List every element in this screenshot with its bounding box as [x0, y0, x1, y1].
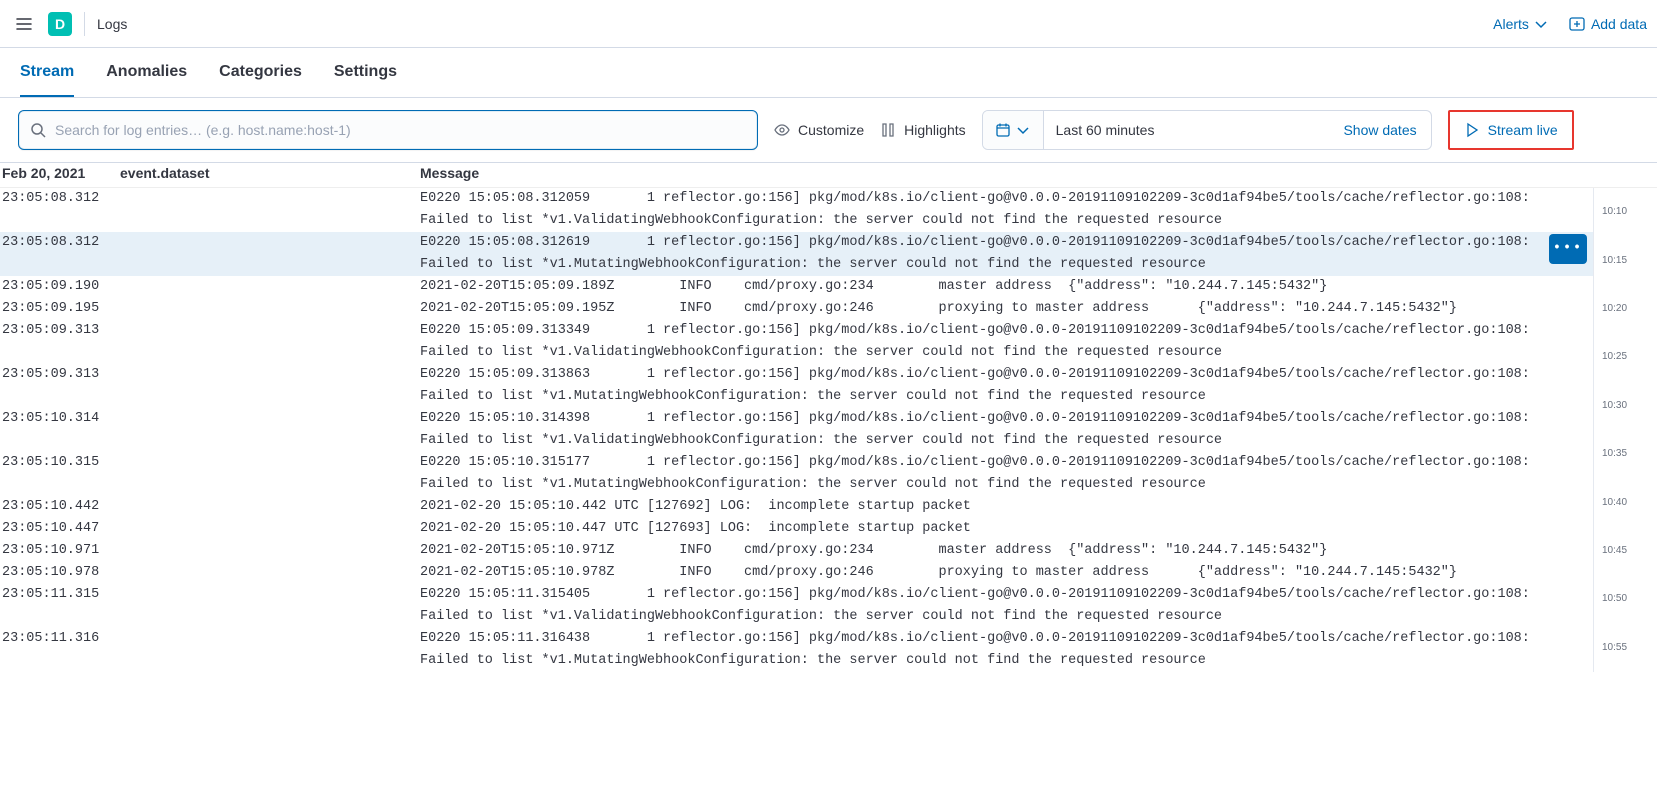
- log-message: E0220 15:05:11.316438 1 reflector.go:156…: [420, 628, 1593, 672]
- log-timestamp: 23:05:10.314: [0, 408, 420, 452]
- log-message: E0220 15:05:08.312059 1 reflector.go:156…: [420, 188, 1593, 232]
- log-message: 2021-02-20T15:05:10.978Z INFO cmd/proxy.…: [420, 562, 1593, 584]
- log-timestamp: 23:05:09.190: [0, 276, 420, 298]
- log-timestamp: 23:05:10.971: [0, 540, 420, 562]
- minimap-tick: 10:35: [1602, 448, 1627, 459]
- log-message: E0220 15:05:10.315177 1 reflector.go:156…: [420, 452, 1593, 496]
- log-timestamp: 23:05:11.316: [0, 628, 420, 672]
- customize-label: Customize: [798, 122, 864, 138]
- breadcrumb[interactable]: Logs: [97, 16, 127, 32]
- minimap-tick: 10:10: [1602, 206, 1627, 217]
- log-timestamp: 23:05:09.313: [0, 320, 420, 364]
- row-actions-button[interactable]: •••: [1549, 234, 1587, 264]
- log-timestamp: 23:05:08.312: [0, 188, 420, 232]
- log-timestamp: 23:05:09.195: [0, 298, 420, 320]
- log-row[interactable]: 23:05:09.313E0220 15:05:09.313863 1 refl…: [0, 364, 1593, 408]
- log-message: E0220 15:05:09.313863 1 reflector.go:156…: [420, 364, 1593, 408]
- log-message: 2021-02-20T15:05:10.971Z INFO cmd/proxy.…: [420, 540, 1593, 562]
- log-row[interactable]: 23:05:10.4472021-02-20 15:05:10.447 UTC …: [0, 518, 1593, 540]
- toolbar: Customize Highlights Last 60 minutes Sho…: [0, 98, 1657, 163]
- play-icon: [1464, 122, 1480, 138]
- tab-stream[interactable]: Stream: [20, 48, 74, 97]
- log-message: 2021-02-20 15:05:10.442 UTC [127692] LOG…: [420, 496, 1593, 518]
- add-data-label: Add data: [1591, 16, 1647, 32]
- search-box: [18, 110, 758, 150]
- add-data-button[interactable]: Add data: [1569, 16, 1647, 32]
- log-row[interactable]: 23:05:10.9712021-02-20T15:05:10.971Z INF…: [0, 540, 1593, 562]
- log-timestamp: 23:05:09.313: [0, 364, 420, 408]
- minimap-tick: 10:30: [1602, 400, 1627, 411]
- minimap[interactable]: 10:10 10:15 10:20 10:25 10:30 10:35 10:40 10:45…: [1593, 188, 1657, 672]
- log-message: 2021-02-20 15:05:10.447 UTC [127693] LOG…: [420, 518, 1593, 540]
- log-area: 23:05:08.312E0220 15:05:08.312059 1 refl…: [0, 188, 1657, 672]
- date-picker: Last 60 minutes Show dates: [982, 110, 1432, 150]
- alerts-link[interactable]: Alerts: [1493, 16, 1549, 32]
- stream-live-button[interactable]: Stream live: [1448, 110, 1574, 150]
- log-message: E0220 15:05:11.315405 1 reflector.go:156…: [420, 584, 1593, 628]
- log-message: 2021-02-20T15:05:09.195Z INFO cmd/proxy.…: [420, 298, 1593, 320]
- log-message: E0220 15:05:10.314398 1 reflector.go:156…: [420, 408, 1593, 452]
- minimap-tick: 10:50: [1602, 593, 1627, 604]
- date-range-label[interactable]: Last 60 minutes: [1044, 122, 1330, 138]
- log-row[interactable]: 23:05:11.315E0220 15:05:11.315405 1 refl…: [0, 584, 1593, 628]
- minimap-tick: 10:55: [1602, 642, 1627, 653]
- minimap-tick: 10:15: [1602, 255, 1627, 266]
- log-row[interactable]: 23:05:10.9782021-02-20T15:05:10.978Z INF…: [0, 562, 1593, 584]
- log-timestamp: 23:05:08.312: [0, 232, 420, 276]
- log-row[interactable]: 23:05:11.316E0220 15:05:11.316438 1 refl…: [0, 628, 1593, 672]
- highlights-label: Highlights: [904, 122, 965, 138]
- column-date-header[interactable]: Feb 20, 2021: [0, 165, 120, 181]
- log-timestamp: 23:05:10.442: [0, 496, 420, 518]
- log-row[interactable]: 23:05:08.312E0220 15:05:08.312619 1 refl…: [0, 232, 1593, 276]
- highlighter-icon: [880, 122, 896, 138]
- log-row[interactable]: 23:05:10.314E0220 15:05:10.314398 1 refl…: [0, 408, 1593, 452]
- search-icon: [30, 122, 46, 138]
- minimap-tick: 10:20: [1602, 303, 1627, 314]
- tabs: Stream Anomalies Categories Settings: [0, 48, 1657, 98]
- hamburger-icon: [16, 16, 32, 32]
- column-message-header[interactable]: Message: [420, 165, 1657, 181]
- stream-live-label: Stream live: [1488, 122, 1558, 138]
- show-dates-button[interactable]: Show dates: [1329, 122, 1430, 138]
- tab-categories[interactable]: Categories: [219, 48, 302, 97]
- column-dataset-header[interactable]: event.dataset: [120, 165, 420, 181]
- divider: [84, 12, 85, 36]
- log-message: 2021-02-20T15:05:09.189Z INFO cmd/proxy.…: [420, 276, 1593, 298]
- log-header-row: Feb 20, 2021 event.dataset Message: [0, 163, 1657, 188]
- minimap-tick: 10:45: [1602, 545, 1627, 556]
- log-row[interactable]: 23:05:09.1902021-02-20T15:05:09.189Z INF…: [0, 276, 1593, 298]
- top-bar-right: Alerts Add data: [1493, 16, 1649, 32]
- space-badge[interactable]: D: [48, 12, 72, 36]
- calendar-icon: [995, 122, 1011, 138]
- highlights-button[interactable]: Highlights: [880, 122, 965, 138]
- minimap-wrap: 10:10 10:15 10:20 10:25 10:30 10:35 10:40 10:45…: [1593, 188, 1657, 672]
- log-timestamp: 23:05:10.447: [0, 518, 420, 540]
- log-message: E0220 15:05:09.313349 1 reflector.go:156…: [420, 320, 1593, 364]
- top-bar: D Logs Alerts Add data: [0, 0, 1657, 48]
- tab-anomalies[interactable]: Anomalies: [106, 48, 187, 97]
- tab-settings[interactable]: Settings: [334, 48, 397, 97]
- log-row[interactable]: 23:05:08.312E0220 15:05:08.312059 1 refl…: [0, 188, 1593, 232]
- minimap-tick: 10:40: [1602, 497, 1627, 508]
- log-timestamp: 23:05:11.315: [0, 584, 420, 628]
- log-timestamp: 23:05:10.315: [0, 452, 420, 496]
- search-input[interactable]: [18, 110, 758, 150]
- log-timestamp: 23:05:10.978: [0, 562, 420, 584]
- chevron-down-icon: [1533, 16, 1549, 32]
- plus-data-icon: [1569, 16, 1585, 32]
- alerts-label: Alerts: [1493, 16, 1529, 32]
- log-message: E0220 15:05:08.312619 1 reflector.go:156…: [420, 232, 1593, 276]
- minimap-tick: 10:25: [1602, 351, 1627, 362]
- chevron-down-icon: [1015, 122, 1031, 138]
- log-row[interactable]: 23:05:10.315E0220 15:05:10.315177 1 refl…: [0, 452, 1593, 496]
- log-rows: 23:05:08.312E0220 15:05:08.312059 1 refl…: [0, 188, 1593, 672]
- log-row[interactable]: 23:05:09.1952021-02-20T15:05:09.195Z INF…: [0, 298, 1593, 320]
- calendar-button[interactable]: [983, 111, 1044, 149]
- eye-icon: [774, 122, 790, 138]
- log-row[interactable]: 23:05:10.4422021-02-20 15:05:10.442 UTC …: [0, 496, 1593, 518]
- ellipsis-icon: •••: [1553, 238, 1583, 260]
- nav-toggle-button[interactable]: [8, 8, 40, 40]
- customize-button[interactable]: Customize: [774, 122, 864, 138]
- log-row[interactable]: 23:05:09.313E0220 15:05:09.313349 1 refl…: [0, 320, 1593, 364]
